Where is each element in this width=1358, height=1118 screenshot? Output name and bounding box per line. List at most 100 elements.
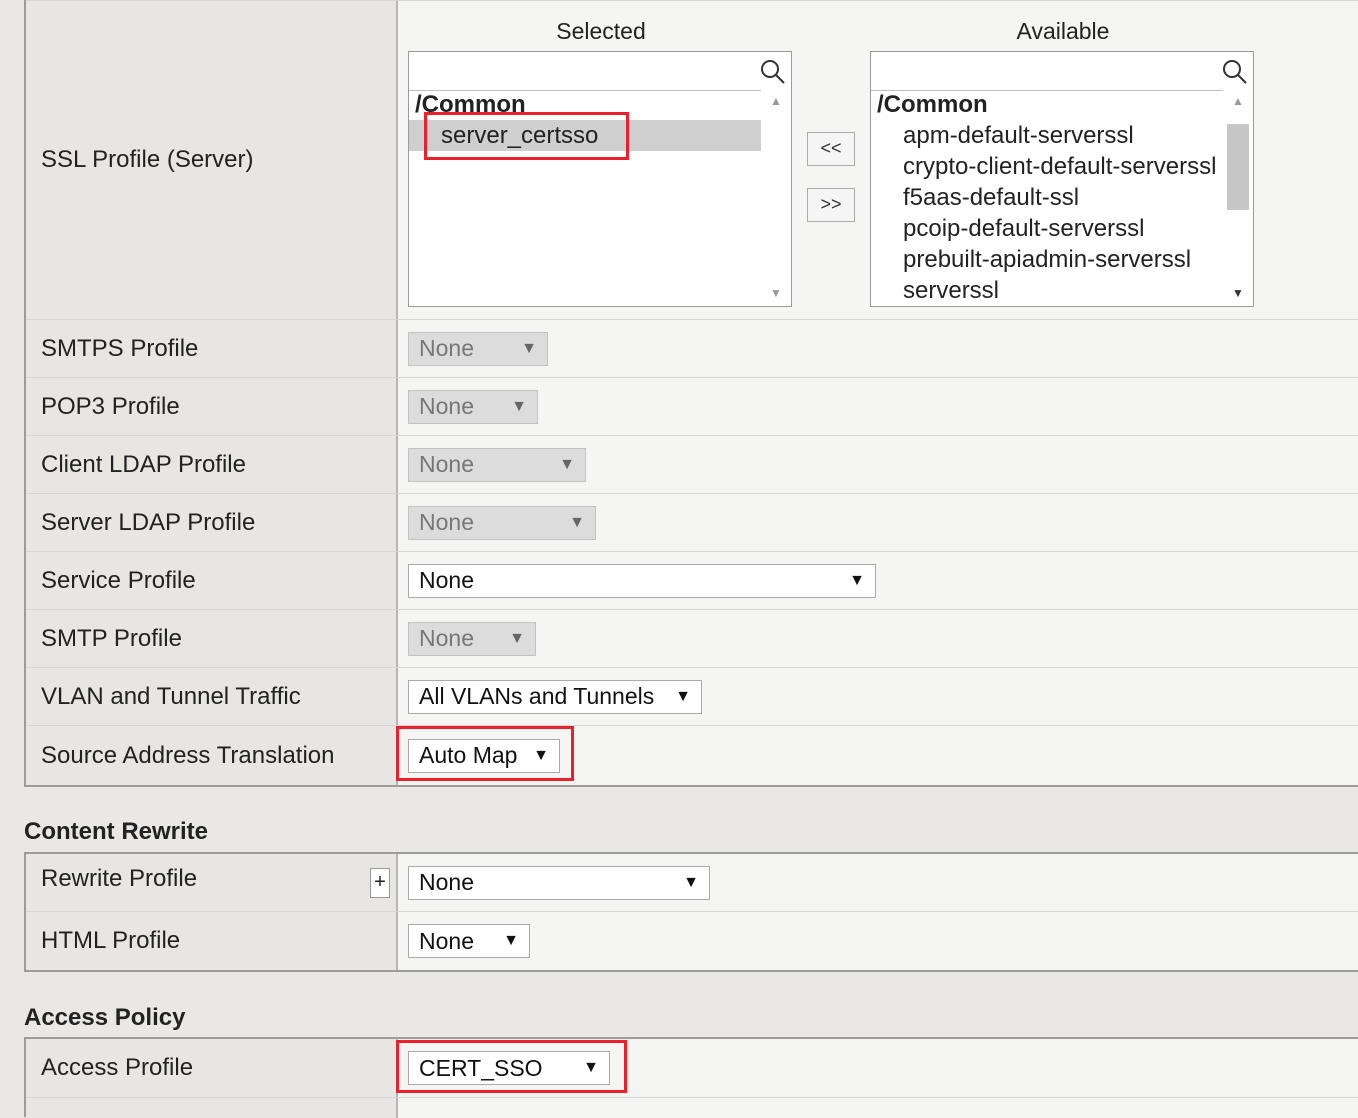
rewrite-profile-label: Rewrite Profile + bbox=[26, 854, 398, 911]
list-item[interactable]: apm-default-serverssl bbox=[871, 120, 1223, 151]
smtps-profile-select-value: None bbox=[419, 335, 474, 361]
source-address-highlight bbox=[396, 726, 574, 781]
pop3-profile-row: POP3 Profile None ▼ bbox=[26, 378, 1358, 436]
server-ldap-profile-value: None ▼ bbox=[398, 494, 1358, 551]
dropdown-arrow-icon: ▼ bbox=[849, 571, 865, 589]
access-profile-label-text: Access Profile bbox=[41, 1054, 194, 1081]
scroll-down-icon[interactable]: ▼ bbox=[1223, 286, 1253, 300]
client-ldap-profile-select-value: None bbox=[419, 451, 474, 477]
smtp-profile-label-text: SMTP Profile bbox=[41, 624, 182, 652]
smtp-profile-value: None ▼ bbox=[398, 610, 1358, 667]
dropdown-arrow-icon: ▼ bbox=[521, 339, 537, 357]
list-item[interactable]: f5aas-default-ssl bbox=[871, 182, 1223, 213]
selected-title: Selected bbox=[556, 18, 646, 44]
rewrite-profile-value: None ▼ bbox=[398, 854, 1358, 911]
html-profile-value: None ▼ bbox=[398, 912, 1358, 970]
server-ldap-profile-label: Server LDAP Profile bbox=[26, 494, 398, 551]
dropdown-arrow-icon: ▼ bbox=[509, 629, 525, 647]
source-address-translation-label-text: Source Address Translation bbox=[41, 741, 335, 769]
dropdown-arrow-icon: ▼ bbox=[683, 873, 699, 891]
access-profile-row: Access Profile CERT_SSO ▼ bbox=[26, 1039, 1358, 1098]
smtps-profile-label-text: SMTPS Profile bbox=[41, 334, 199, 362]
access-policy-title: Access Policy bbox=[24, 1004, 186, 1031]
list-item[interactable]: prebuilt-apiadmin-serverssl bbox=[871, 244, 1223, 275]
vlan-and-tunnel-traffic-select-value: All VLANs and Tunnels bbox=[419, 683, 655, 709]
smtps-profile-value: None ▼ bbox=[398, 320, 1358, 377]
access-policy-panel: Access Profile CERT_SSO ▼ bbox=[24, 1037, 1358, 1118]
dropdown-arrow-icon: ▼ bbox=[569, 513, 585, 531]
service-profile-label: Service Profile bbox=[26, 552, 398, 609]
html-profile-select[interactable]: None ▼ bbox=[408, 924, 530, 958]
server-ldap-profile-label-text: Server LDAP Profile bbox=[41, 508, 256, 536]
selected-scrollbar[interactable]: ▲ ▼ bbox=[761, 90, 791, 306]
rewrite-profile-row: Rewrite Profile + None ▼ bbox=[26, 854, 1358, 912]
pop3-profile-select-value: None bbox=[419, 393, 474, 419]
smtp-profile-label: SMTP Profile bbox=[26, 610, 398, 667]
smtps-profile-row: SMTPS Profile None ▼ bbox=[26, 320, 1358, 378]
dropdown-arrow-icon: ▼ bbox=[503, 932, 519, 949]
html-profile-select-value: None bbox=[419, 927, 474, 954]
selected-item-highlight bbox=[424, 112, 629, 160]
available-search-field[interactable] bbox=[871, 52, 1253, 91]
scroll-down-icon[interactable]: ▼ bbox=[761, 286, 791, 300]
list-item[interactable]: crypto-client-default-serverssl bbox=[871, 151, 1223, 182]
next-row-label bbox=[26, 1098, 398, 1118]
next-row bbox=[26, 1098, 1358, 1118]
rewrite-profile-label-text: Rewrite Profile bbox=[41, 865, 198, 892]
vlan-and-tunnel-traffic-label: VLAN and Tunnel Traffic bbox=[26, 668, 398, 725]
move-left-button[interactable]: << bbox=[807, 132, 855, 166]
scroll-up-icon[interactable]: ▲ bbox=[1223, 94, 1253, 108]
html-profile-row: HTML Profile None ▼ bbox=[26, 912, 1358, 970]
service-profile-row: Service Profile None ▼ bbox=[26, 552, 1358, 610]
smtps-profile-label: SMTPS Profile bbox=[26, 320, 398, 377]
next-row-value bbox=[398, 1098, 1358, 1118]
source-address-translation-row: Source Address Translation Auto Map ▼ bbox=[26, 726, 1358, 785]
dropdown-arrow-icon: ▼ bbox=[559, 455, 575, 473]
vlan-and-tunnel-traffic-value: All VLANs and Tunnels ▼ bbox=[398, 668, 1358, 725]
source-address-translation-label: Source Address Translation bbox=[26, 726, 398, 785]
client-ldap-profile-label: Client LDAP Profile bbox=[26, 436, 398, 493]
pop3-profile-select: None ▼ bbox=[408, 389, 538, 424]
available-scrollbar[interactable]: ▲ ▼ bbox=[1223, 90, 1253, 306]
search-icon[interactable] bbox=[1221, 58, 1249, 86]
ssl-profile-server-label: SSL Profile (Server) bbox=[26, 1, 398, 319]
dropdown-arrow-icon: ▼ bbox=[511, 397, 527, 415]
available-title: Available bbox=[1016, 18, 1110, 44]
service-profile-select-value: None bbox=[419, 567, 474, 593]
html-profile-label: HTML Profile bbox=[26, 912, 398, 970]
list-item[interactable]: pcoip-default-serverssl bbox=[871, 213, 1223, 244]
rewrite-profile-select[interactable]: None ▼ bbox=[408, 865, 710, 900]
smtps-profile-select: None ▼ bbox=[408, 331, 548, 366]
vlan-and-tunnel-traffic-label-text: VLAN and Tunnel Traffic bbox=[41, 682, 301, 710]
profile-rows: SMTPS Profile None ▼ POP3 Profile None ▼ Clien… bbox=[26, 320, 1358, 785]
smtp-profile-select: None ▼ bbox=[408, 621, 536, 656]
pop3-profile-value: None ▼ bbox=[398, 378, 1358, 435]
add-rewrite-profile-button[interactable]: + bbox=[370, 867, 390, 898]
client-ldap-profile-row: Client LDAP Profile None ▼ bbox=[26, 436, 1358, 494]
client-ldap-profile-select: None ▼ bbox=[408, 447, 586, 482]
access-profile-label: Access Profile bbox=[26, 1039, 398, 1097]
list-item[interactable]: serverssl bbox=[871, 275, 1223, 306]
vlan-and-tunnel-traffic-select[interactable]: All VLANs and Tunnels ▼ bbox=[408, 679, 702, 714]
rewrite-profile-select-value: None bbox=[419, 869, 474, 895]
content-rewrite-panel: Rewrite Profile + None ▼ HTML Profile No… bbox=[24, 852, 1358, 972]
search-icon[interactable] bbox=[759, 58, 787, 86]
smtp-profile-select-value: None bbox=[419, 625, 474, 651]
ssl-profile-server-label-text: SSL Profile (Server) bbox=[41, 146, 254, 173]
server-ldap-profile-row: Server LDAP Profile None ▼ bbox=[26, 494, 1358, 552]
access-profile-highlight bbox=[396, 1040, 627, 1093]
html-profile-label-text: HTML Profile bbox=[41, 927, 181, 954]
available-listbox[interactable]: /Common apm-default-serverssl crypto-clien… bbox=[870, 51, 1254, 307]
selected-search-field[interactable] bbox=[409, 52, 791, 91]
scroll-up-icon[interactable]: ▲ bbox=[761, 94, 791, 108]
server-ldap-profile-select: None ▼ bbox=[408, 505, 596, 540]
service-profile-select[interactable]: None ▼ bbox=[408, 563, 876, 598]
client-ldap-profile-value: None ▼ bbox=[398, 436, 1358, 493]
client-ldap-profile-label-text: Client LDAP Profile bbox=[41, 450, 246, 478]
vlan-and-tunnel-traffic-row: VLAN and Tunnel Traffic All VLANs and Tun… bbox=[26, 668, 1358, 726]
scrollbar-thumb[interactable] bbox=[1227, 124, 1249, 210]
move-right-button[interactable]: >> bbox=[807, 188, 855, 222]
selected-listbox[interactable]: /Common server_certsso ▲ ▼ bbox=[408, 51, 792, 307]
dropdown-arrow-icon: ▼ bbox=[675, 687, 691, 705]
server-ldap-profile-select-value: None bbox=[419, 509, 474, 535]
